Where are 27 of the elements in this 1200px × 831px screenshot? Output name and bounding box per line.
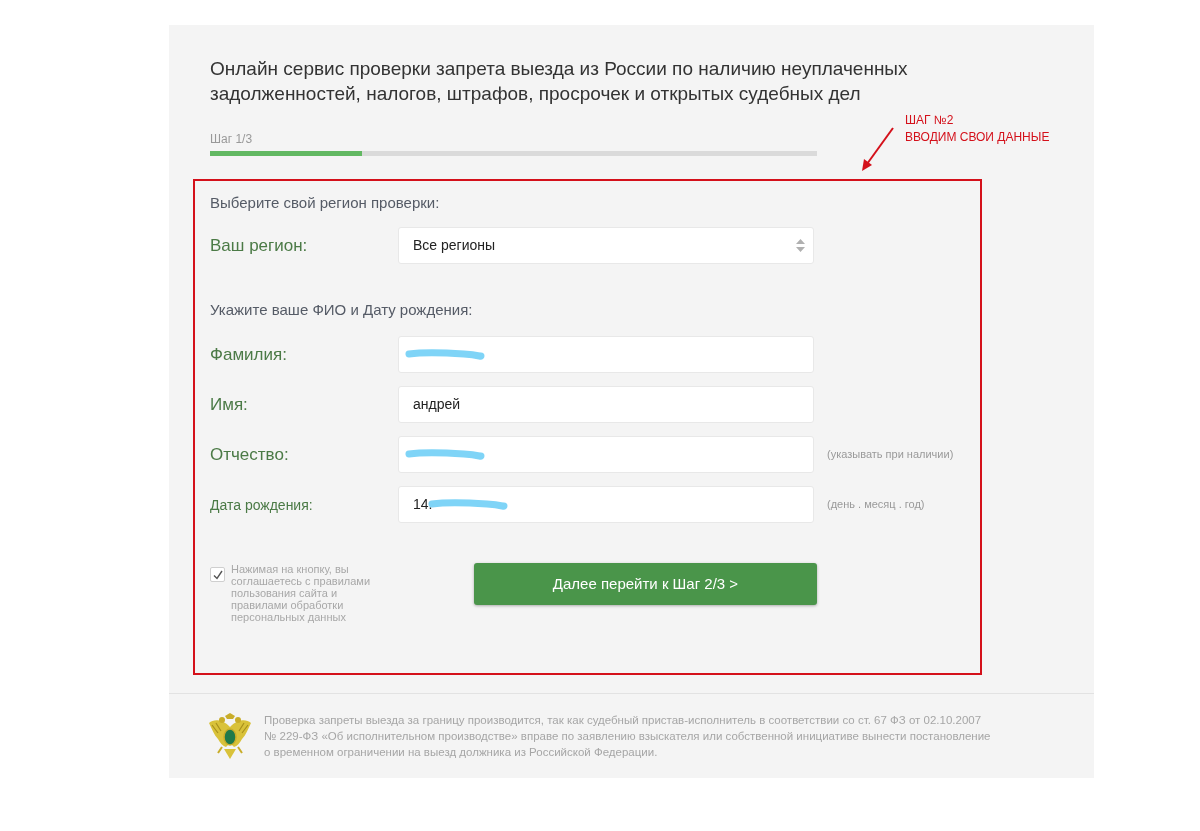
checkmark-icon bbox=[212, 569, 223, 580]
section-heading: Выберите свой регион проверки: bbox=[210, 193, 440, 213]
field-label: Имя: bbox=[210, 394, 248, 414]
input-field[interactable] bbox=[398, 436, 814, 473]
eagle-emblem-icon bbox=[208, 713, 252, 759]
consent-text: Нажимая на кнопку, вы соглашаетесь с правилами пользования сайта и правилами обработки персональных данных bbox=[231, 563, 371, 623]
input-field[interactable]: 14. bbox=[398, 486, 814, 523]
redaction-scribble-icon bbox=[404, 348, 486, 361]
sort-arrows-icon bbox=[796, 239, 805, 252]
section-heading: Укажите ваше ФИО и Дату рождения: bbox=[210, 300, 473, 320]
redaction-scribble-icon bbox=[404, 448, 486, 461]
region-select[interactable]: Все регионы bbox=[398, 227, 814, 264]
field-label: Фамилия: bbox=[210, 344, 287, 364]
field-hint: (день . месяц . год) bbox=[827, 497, 925, 513]
step-label: Шаг 1/3 bbox=[210, 132, 253, 146]
footer-text: Проверка запреты выезда за границу производится, так как судебный пристав-исполнитель в соответствии со ст. 67 ФЗ от 02.10.2007 № 229-ФЗ «Об исполнительном производстве» вправе по заявлению взыскателя или собственной инициативе вынести постановление о временном ограничении на выезд должника из Российской Федерации. bbox=[264, 713, 991, 760]
input-field[interactable]: андрей bbox=[398, 386, 814, 423]
field-hint: (указывать при наличии) bbox=[827, 447, 954, 463]
page-title: Онлайн сервис проверки запрета выезда из России по наличию неуплаченных задолженностей, налогов, штрафов, просрочек и открытых судебных дел bbox=[210, 57, 908, 106]
checkbox[interactable] bbox=[210, 567, 225, 582]
field-label: Дата рождения: bbox=[210, 496, 313, 513]
next-step-button[interactable]: Далее перейти к Шаг 2/3 > bbox=[474, 563, 817, 605]
field-label: Отчество: bbox=[210, 444, 289, 464]
input-field[interactable] bbox=[398, 336, 814, 373]
annotation-arrow-icon bbox=[861, 126, 895, 172]
field-label: Ваш регион: bbox=[210, 235, 308, 255]
annotation-text: ШАГ №2 ВВОДИМ СВОИ ДАННЫЕ bbox=[905, 112, 1050, 146]
